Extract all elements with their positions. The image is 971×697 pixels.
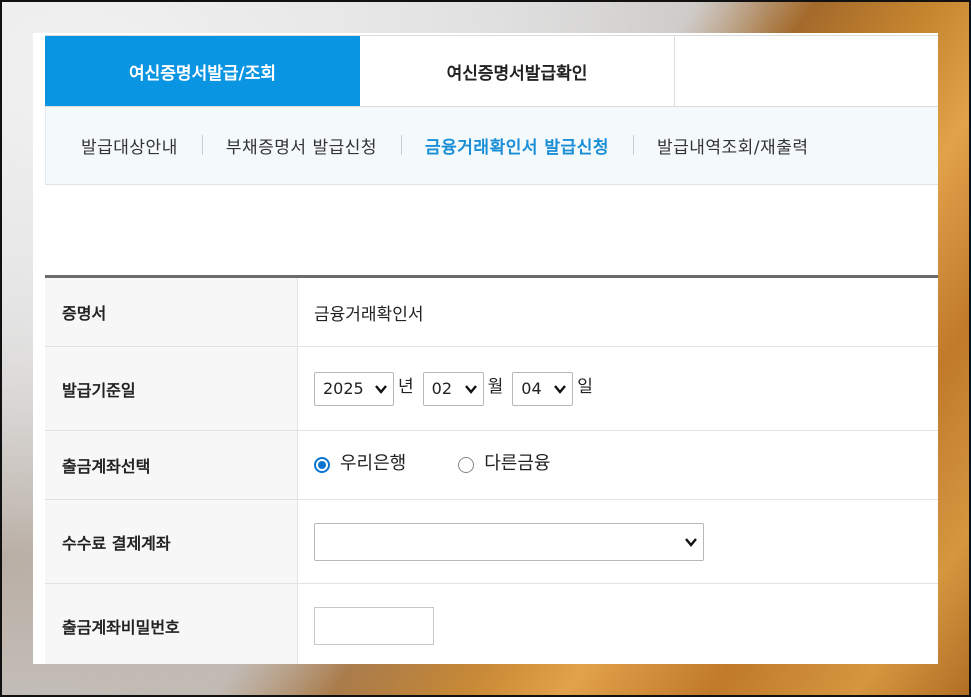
month-unit: 월 [487, 377, 504, 397]
issue-date-label: 발급기준일 [45, 347, 298, 430]
tab-certificate-verify[interactable]: 여신증명서발급확인 [360, 36, 675, 106]
subnav-debt-certificate[interactable]: 부채증명서 발급신청 [201, 133, 401, 158]
fee-account-select[interactable] [314, 522, 704, 561]
radio-woori-bank[interactable]: 우리은행 [314, 452, 406, 478]
radio-other-bank-label: 다른금융 [484, 453, 551, 474]
application-form: 증명서 금융거래확인서 발급기준일 2025 년 02 월 04 일 출금계좌선… [45, 275, 938, 664]
issue-date-fields: 2025 년 02 월 04 일 [298, 347, 938, 430]
year-unit: 년 [398, 377, 414, 397]
certificate-label: 증명서 [45, 278, 298, 346]
year-select[interactable]: 2025 [314, 371, 394, 406]
withdraw-account-label: 출금계좌선택 [45, 431, 298, 499]
fee-account-field [298, 500, 938, 583]
month-value: 02 [431, 379, 452, 398]
fee-account-label: 수수료 결제계좌 [45, 500, 298, 583]
row-withdraw-account: 출금계좌선택 우리은행 다른금융 [45, 431, 938, 500]
radio-checked-icon[interactable] [314, 457, 330, 473]
month-select[interactable]: 02 [422, 371, 484, 406]
chevron-down-icon [464, 384, 477, 394]
row-account-password: 출금계좌비밀번호 [45, 584, 938, 664]
top-tabs: 여신증명서발급/조회 여신증명서발급확인 [45, 35, 938, 107]
subnav-financial-transaction[interactable]: 금융거래확인서 발급신청 [401, 133, 633, 158]
row-certificate: 증명서 금융거래확인서 [45, 278, 938, 347]
radio-woori-bank-label: 우리은행 [340, 453, 407, 474]
day-unit: 일 [577, 377, 593, 397]
withdraw-account-options: 우리은행 다른금융 [298, 431, 938, 499]
account-password-label: 출금계좌비밀번호 [45, 584, 298, 664]
tab-certificate-issue[interactable]: 여신증명서발급/조회 [45, 36, 360, 106]
radio-group: 우리은행 다른금융 [314, 452, 603, 478]
day-value: 04 [521, 379, 542, 398]
chevron-down-icon [685, 537, 697, 547]
subnav-issue-guide[interactable]: 발급대상안내 [46, 133, 202, 158]
year-value: 2025 [323, 379, 364, 398]
radio-other-bank[interactable]: 다른금융 [458, 452, 551, 478]
password-input[interactable] [314, 606, 434, 645]
chevron-down-icon [375, 384, 387, 394]
page-panel: 여신증명서발급/조회 여신증명서발급확인 발급대상안내 부채증명서 발급신청 금… [33, 33, 938, 664]
radio-unchecked-icon[interactable] [458, 457, 475, 473]
account-password-field [298, 584, 938, 664]
certificate-value: 금융거래확인서 [314, 304, 424, 325]
chevron-down-icon [554, 384, 567, 394]
subnav-history-reprint[interactable]: 발급내역조회/재출력 [632, 133, 833, 158]
sub-navigation: 발급대상안내 부채증명서 발급신청 금융거래확인서 발급신청 발급내역조회/재출… [45, 107, 938, 185]
day-select[interactable]: 04 [512, 371, 574, 406]
row-fee-account: 수수료 결제계좌 [45, 500, 938, 584]
row-issue-date: 발급기준일 2025 년 02 월 04 일 [45, 347, 938, 431]
